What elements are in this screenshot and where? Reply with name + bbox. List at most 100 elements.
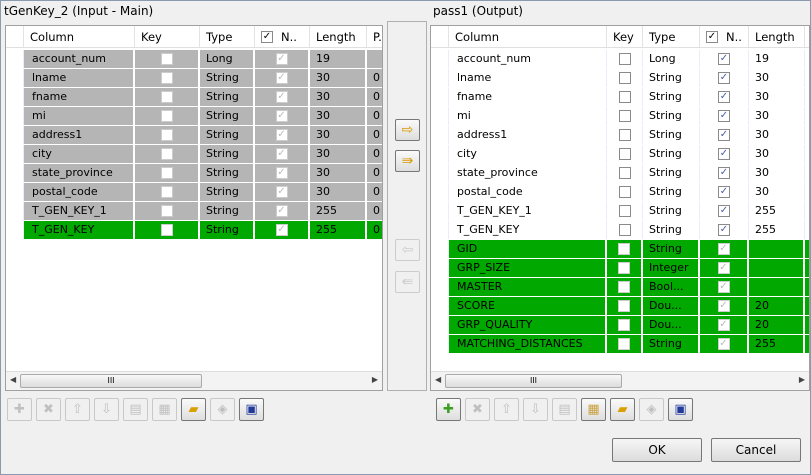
cancel-button[interactable]: Cancel	[711, 438, 801, 462]
nullable-cell[interactable]: ✓	[700, 335, 749, 353]
ok-button[interactable]: OK	[612, 438, 702, 462]
key-checkbox[interactable]	[618, 72, 631, 84]
column-header[interactable]: P.	[367, 26, 382, 47]
nullable-cell[interactable]: ✓	[700, 50, 749, 68]
name-cell[interactable]: T_GEN_KEY	[449, 221, 607, 239]
key-checkbox[interactable]	[618, 148, 631, 160]
nullable-checkbox[interactable]: ✓	[718, 205, 730, 217]
key-cell[interactable]	[135, 88, 200, 106]
nullable-checkbox[interactable]: ✓	[275, 205, 288, 217]
precision-cell[interactable]: 0	[367, 202, 382, 220]
nullable-all-checkbox[interactable]: ✓	[706, 31, 718, 43]
key-cell[interactable]	[135, 183, 200, 201]
key-checkbox[interactable]	[618, 53, 631, 65]
name-cell[interactable]: address1	[24, 126, 135, 144]
nullable-cell[interactable]: ✓	[700, 145, 749, 163]
precision-cell[interactable]: 0	[367, 69, 382, 87]
move-up-icon[interactable]: ⇧	[65, 398, 90, 421]
nullable-cell[interactable]: ✓	[255, 88, 310, 106]
type-cell[interactable]: String	[200, 69, 255, 87]
key-checkbox[interactable]	[160, 224, 173, 236]
nullable-cell[interactable]: ✓	[700, 259, 749, 277]
table-row[interactable]: address1 String ✓ 30 0	[6, 126, 382, 145]
table-row[interactable]: MATCHING_DISTANCES String ✓ 255	[431, 335, 809, 354]
key-cell[interactable]	[607, 145, 643, 163]
name-cell[interactable]: GID	[449, 240, 607, 258]
scroll-right-icon[interactable]: ▶	[372, 375, 378, 384]
nullable-cell[interactable]: ✓	[255, 145, 310, 163]
paste-icon[interactable]: ▦	[581, 398, 606, 421]
key-cell[interactable]	[607, 88, 643, 106]
type-cell[interactable]: Dou...	[643, 297, 700, 315]
table-row[interactable]: fname String ✓ 30	[431, 88, 809, 107]
key-checkbox[interactable]	[618, 262, 630, 274]
column-header[interactable]: Key	[607, 26, 643, 47]
length-cell[interactable]: 30	[749, 183, 805, 201]
length-cell[interactable]: 30	[310, 183, 367, 201]
table-row[interactable]: GRP_QUALITY Dou... ✓ 20	[431, 316, 809, 335]
table-row[interactable]: account_num Long ✓ 19	[6, 50, 382, 69]
key-cell[interactable]	[607, 221, 643, 239]
nullable-checkbox[interactable]: ✓	[275, 91, 288, 103]
nullable-cell[interactable]: ✓	[255, 183, 310, 201]
nullable-checkbox[interactable]: ✓	[718, 148, 730, 160]
table-row[interactable]: mi String ✓ 30 0	[6, 107, 382, 126]
nullable-checkbox[interactable]: ✓	[275, 148, 288, 160]
key-cell[interactable]	[607, 107, 643, 125]
name-cell[interactable]: city	[449, 145, 607, 163]
table-row[interactable]: lname String ✓ 30	[431, 69, 809, 88]
table-row[interactable]: T_GEN_KEY_1 String ✓ 255 0	[6, 202, 382, 221]
nullable-cell[interactable]: ✓	[700, 240, 749, 258]
delete-icon[interactable]: ✖	[36, 398, 61, 421]
key-checkbox[interactable]	[160, 91, 173, 103]
key-cell[interactable]	[607, 50, 643, 68]
key-cell[interactable]	[135, 221, 200, 239]
nullable-checkbox[interactable]: ✓	[718, 186, 730, 198]
length-cell[interactable]: 19	[310, 50, 367, 68]
key-checkbox[interactable]	[160, 205, 173, 217]
import-schema-icon[interactable]: ▰	[610, 398, 635, 421]
key-cell[interactable]	[607, 297, 643, 315]
key-cell[interactable]	[607, 335, 643, 353]
length-cell[interactable]: 30	[749, 69, 805, 87]
name-cell[interactable]: lname	[24, 69, 135, 87]
type-cell[interactable]: String	[643, 88, 700, 106]
key-checkbox[interactable]	[618, 129, 631, 141]
length-cell[interactable]: 255	[310, 202, 367, 220]
type-cell[interactable]: String	[643, 240, 700, 258]
nullable-cell[interactable]: ✓	[700, 297, 749, 315]
key-checkbox[interactable]	[160, 186, 173, 198]
key-checkbox[interactable]	[618, 281, 630, 293]
length-cell[interactable]: 30	[310, 88, 367, 106]
horizontal-scrollbar[interactable]: ◀ III ▶	[431, 371, 809, 390]
table-row[interactable]: city String ✓ 30	[431, 145, 809, 164]
type-cell[interactable]: String	[643, 221, 700, 239]
table-row[interactable]: T_GEN_KEY_1 String ✓ 255	[431, 202, 809, 221]
column-header[interactable]: Key	[135, 26, 200, 47]
key-cell[interactable]	[135, 50, 200, 68]
scroll-left-icon[interactable]: ◀	[435, 375, 441, 384]
name-cell[interactable]: postal_code	[24, 183, 135, 201]
move-up-icon[interactable]: ⇧	[494, 398, 519, 421]
length-cell[interactable]: 255	[749, 202, 805, 220]
copy-all-right-button[interactable]: ⇛	[395, 150, 420, 172]
nullable-checkbox[interactable]: ✓	[718, 91, 730, 103]
key-cell[interactable]	[607, 126, 643, 144]
table-row[interactable]: T_GEN_KEY String ✓ 255 0	[6, 221, 382, 240]
nullable-checkbox[interactable]: ✓	[275, 167, 288, 179]
precision-cell[interactable]	[805, 50, 809, 68]
precision-cell[interactable]: 0	[367, 145, 382, 163]
nullable-checkbox[interactable]: ✓	[718, 167, 730, 179]
precision-cell[interactable]: 0	[367, 221, 382, 239]
key-cell[interactable]	[607, 240, 643, 258]
type-cell[interactable]: String	[643, 202, 700, 220]
table-row[interactable]: GID String ✓	[431, 240, 809, 259]
key-checkbox[interactable]	[618, 300, 630, 312]
length-cell[interactable]	[749, 240, 805, 258]
precision-cell[interactable]	[805, 107, 809, 125]
key-cell[interactable]	[607, 69, 643, 87]
key-cell[interactable]	[607, 164, 643, 182]
nullable-cell[interactable]: ✓	[700, 278, 749, 296]
type-cell[interactable]: String	[200, 221, 255, 239]
type-cell[interactable]: String	[643, 69, 700, 87]
